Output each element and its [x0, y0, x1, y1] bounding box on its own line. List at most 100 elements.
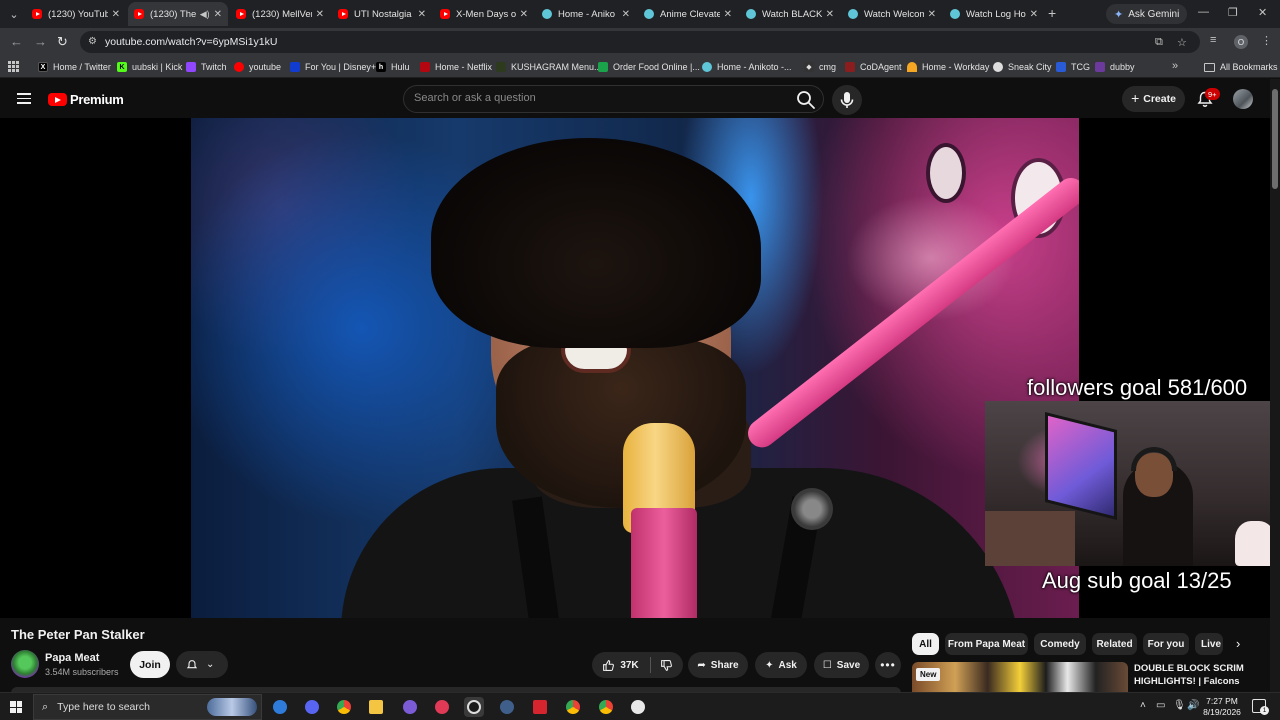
- tray-chevron-up-icon[interactable]: ˄: [1140, 700, 1146, 711]
- chip-live[interactable]: Live: [1195, 633, 1223, 655]
- bookmark-twitter[interactable]: X Home / Twitter: [38, 59, 111, 75]
- clock-app-icon[interactable]: [628, 697, 648, 717]
- new-tab-plus-icon[interactable]: +: [1048, 5, 1056, 21]
- search-input[interactable]: [414, 92, 784, 104]
- search-box[interactable]: [403, 85, 824, 113]
- speaker-audio-icon[interactable]: ◀): [200, 9, 210, 20]
- close-tab-icon[interactable]: ✕: [1030, 9, 1038, 20]
- bookmark-anikoto[interactable]: Home - Anikoto -...: [702, 59, 792, 75]
- bookmark-kick[interactable]: Kuubski | Kick: [117, 59, 182, 75]
- back-arrow-icon[interactable]: ←: [10, 34, 23, 49]
- address-bar[interactable]: ⚙ youtube.com/watch?v=6ypMSi1y1kU ⧉ ☆: [80, 31, 1200, 53]
- bookmark-youtube[interactable]: youtube: [234, 59, 281, 75]
- browser-tab[interactable]: Home - Aniko ✕: [536, 2, 636, 26]
- chip-comedy[interactable]: Comedy: [1034, 633, 1086, 655]
- bookmark-hulu[interactable]: h Hulu: [376, 59, 410, 75]
- all-bookmarks-button[interactable]: All Bookmarks: [1204, 59, 1278, 75]
- hamburger-menu-icon[interactable]: [17, 93, 31, 104]
- close-tab-icon[interactable]: ✕: [826, 9, 834, 20]
- chip-for-you[interactable]: For you: [1143, 633, 1189, 655]
- chrome-icon[interactable]: [334, 697, 354, 717]
- like-count[interactable]: 37K: [620, 660, 638, 671]
- reload-icon[interactable]: ↻: [57, 34, 68, 50]
- scrollbar-thumb[interactable]: [1272, 89, 1278, 189]
- browser-menu-kebab-icon[interactable]: ⋮: [1261, 34, 1272, 47]
- obs-icon[interactable]: [464, 697, 484, 717]
- browser-tab[interactable]: X-Men Days of ✕: [434, 2, 534, 26]
- site-info-tune-icon[interactable]: ⚙: [88, 36, 97, 47]
- bookmark-codagent[interactable]: CoDAgent: [845, 59, 902, 75]
- subscription-bell-button[interactable]: ⌄: [176, 651, 228, 678]
- adobe-icon[interactable]: [530, 697, 550, 717]
- close-tab-icon[interactable]: ✕: [928, 9, 936, 20]
- apps-grid-icon[interactable]: [8, 61, 19, 72]
- chrome-profile-icon[interactable]: [596, 697, 616, 717]
- save-button[interactable]: ☐ Save: [814, 652, 869, 678]
- discord-icon[interactable]: [302, 697, 322, 717]
- browser-tab[interactable]: Anime Clevate ✕: [638, 2, 738, 26]
- chip-from-channel[interactable]: From Papa Meat: [945, 633, 1028, 655]
- steam-icon[interactable]: [497, 697, 517, 717]
- video-frame[interactable]: [191, 118, 1079, 618]
- chrome-profile-icon[interactable]: [563, 697, 583, 717]
- volume-icon[interactable]: 🔊: [1187, 700, 1199, 711]
- close-tab-icon[interactable]: ✕: [622, 9, 630, 20]
- browser-tab[interactable]: Watch Welcom ✕: [842, 2, 942, 26]
- bookmark-workday[interactable]: Home - Workday: [907, 59, 989, 75]
- browser-tab-active[interactable]: (1230) The ◀) ✕: [128, 2, 228, 26]
- file-explorer-icon[interactable]: [366, 697, 386, 717]
- thumbs-up-icon[interactable]: [602, 659, 615, 672]
- thumbs-down-icon[interactable]: [660, 659, 673, 672]
- restore-window-icon[interactable]: ❐: [1228, 6, 1238, 19]
- channel-avatar[interactable]: [11, 650, 39, 678]
- youtube-premium-logo[interactable]: Premium: [48, 92, 124, 107]
- chip-related[interactable]: Related: [1092, 633, 1137, 655]
- taskbar-search-box[interactable]: ⌕ Type here to search: [33, 694, 262, 720]
- bookmark-order-food[interactable]: Order Food Online |...: [598, 59, 700, 75]
- bookmark-disney[interactable]: For You | Disney+: [290, 59, 376, 75]
- game-controller-icon[interactable]: [400, 697, 420, 717]
- browser-tab[interactable]: Watch BLACK ✕: [740, 2, 840, 26]
- minimize-window-icon[interactable]: —: [1198, 6, 1209, 18]
- channel-name[interactable]: Papa Meat: [45, 652, 99, 664]
- bookmark-kushagram[interactable]: KUSHAGRAM Menu...: [496, 59, 602, 75]
- browser-tab[interactable]: UTI Nostalgia ✕: [332, 2, 432, 26]
- recommendation-title[interactable]: DOUBLE BLOCK SCRIM HIGHLIGHTS! | Falcons: [1134, 662, 1264, 692]
- bookmark-netflix[interactable]: Home - Netflix: [420, 59, 492, 75]
- chip-all[interactable]: All: [912, 633, 939, 655]
- close-tab-icon[interactable]: ✕: [724, 9, 732, 20]
- close-tab-icon[interactable]: ✕: [418, 9, 426, 20]
- bookmark-twitch[interactable]: Twitch: [186, 59, 227, 75]
- network-icon[interactable]: ▭: [1156, 700, 1165, 711]
- microphone-tray-icon[interactable]: 🎙: [1173, 700, 1186, 711]
- url-text[interactable]: youtube.com/watch?v=6ypMSi1y1kU: [105, 36, 277, 48]
- more-actions-icon[interactable]: •••: [875, 652, 901, 678]
- close-tab-icon[interactable]: ✕: [214, 9, 222, 20]
- browser-tab[interactable]: (1230) MellVer ✕: [230, 2, 330, 26]
- close-tab-icon[interactable]: ✕: [520, 9, 528, 20]
- close-tab-icon[interactable]: ✕: [316, 9, 324, 20]
- forward-arrow-icon[interactable]: →: [34, 34, 47, 49]
- bookmark-cmg[interactable]: ◆ cmg: [804, 59, 836, 75]
- bookmark-sneak-city[interactable]: Sneak City: [993, 59, 1052, 75]
- tab-search-chevron-icon[interactable]: ⌄: [4, 4, 24, 24]
- media-player-icon[interactable]: [432, 697, 452, 717]
- teams-icon[interactable]: [270, 697, 290, 717]
- browser-tab[interactable]: Watch Log Ho ✕: [944, 2, 1044, 26]
- join-button[interactable]: Join: [130, 651, 170, 678]
- video-player[interactable]: followers goal 581/600 Aug sub goal 13/2…: [0, 118, 1270, 618]
- reading-list-icon[interactable]: ≡: [1210, 34, 1216, 46]
- ask-button[interactable]: ✦ Ask: [755, 652, 807, 678]
- share-button[interactable]: ➦ Share: [688, 652, 748, 678]
- search-icon[interactable]: [795, 89, 817, 111]
- bookmark-star-icon[interactable]: ☆: [1177, 36, 1187, 49]
- voice-search-button[interactable]: [832, 85, 862, 115]
- taskbar-clock[interactable]: 7:27 PM 8/19/2026: [1202, 696, 1242, 718]
- account-avatar[interactable]: [1233, 89, 1253, 109]
- ask-gemini-button[interactable]: ✦ Ask Gemini: [1106, 4, 1188, 24]
- install-app-icon[interactable]: ⧉: [1155, 36, 1163, 49]
- bookmark-dubby[interactable]: dubby: [1095, 59, 1135, 75]
- close-window-icon[interactable]: ✕: [1258, 6, 1267, 19]
- browser-tab[interactable]: (1230) YouTube ✕: [26, 2, 126, 26]
- recommendation-thumbnail[interactable]: [912, 662, 1128, 692]
